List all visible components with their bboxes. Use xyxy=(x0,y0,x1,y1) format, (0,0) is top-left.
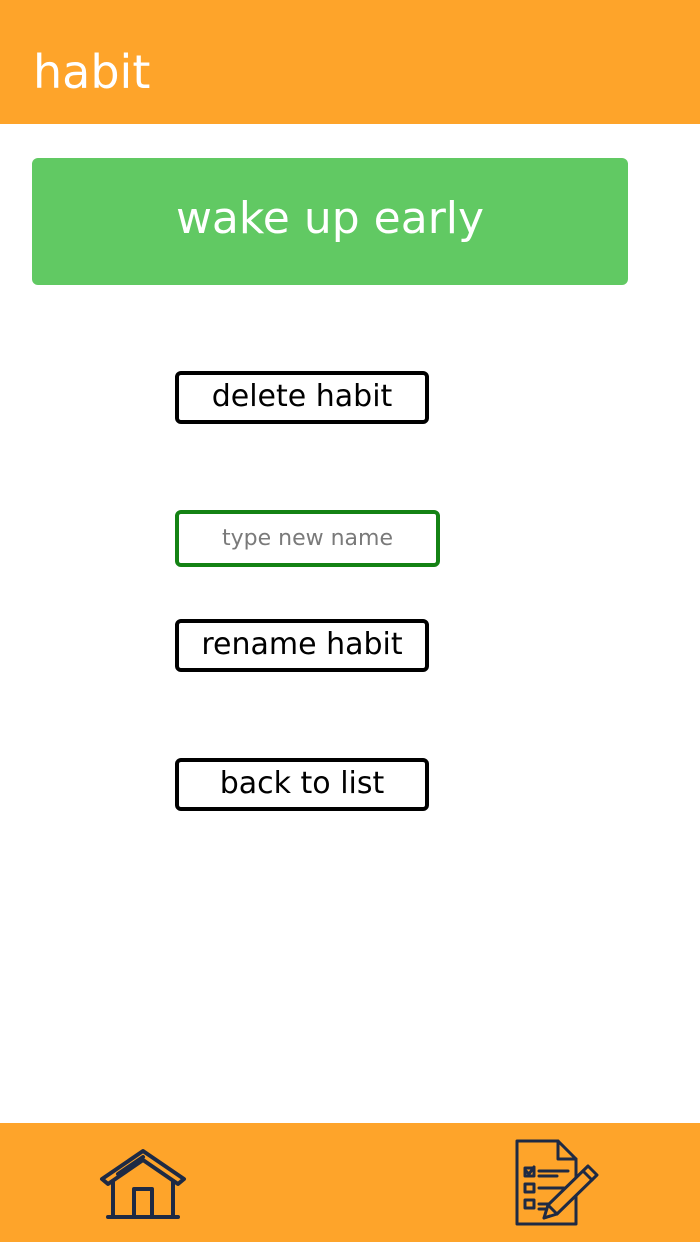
home-icon xyxy=(100,1149,186,1219)
habit-name: wake up early xyxy=(175,192,485,244)
rename-habit-button[interactable]: rename habit xyxy=(175,619,429,672)
rename-habit-label: rename habit xyxy=(201,627,403,662)
back-to-list-label: back to list xyxy=(219,766,385,801)
checklist-edit-icon xyxy=(515,1139,599,1226)
delete-habit-button[interactable]: delete habit xyxy=(175,371,429,424)
delete-habit-label: delete habit xyxy=(211,379,393,414)
habit-card: wake up early xyxy=(32,158,628,285)
top-app-bar: habit xyxy=(0,0,700,124)
nav-home-button[interactable] xyxy=(98,1145,188,1221)
new-name-input[interactable] xyxy=(175,510,440,567)
app-screen: habit wake up early delete habit rename … xyxy=(0,0,700,1242)
nav-checklist-button[interactable] xyxy=(512,1138,602,1228)
page-title: habit xyxy=(33,45,151,99)
back-to-list-button[interactable]: back to list xyxy=(175,758,429,811)
